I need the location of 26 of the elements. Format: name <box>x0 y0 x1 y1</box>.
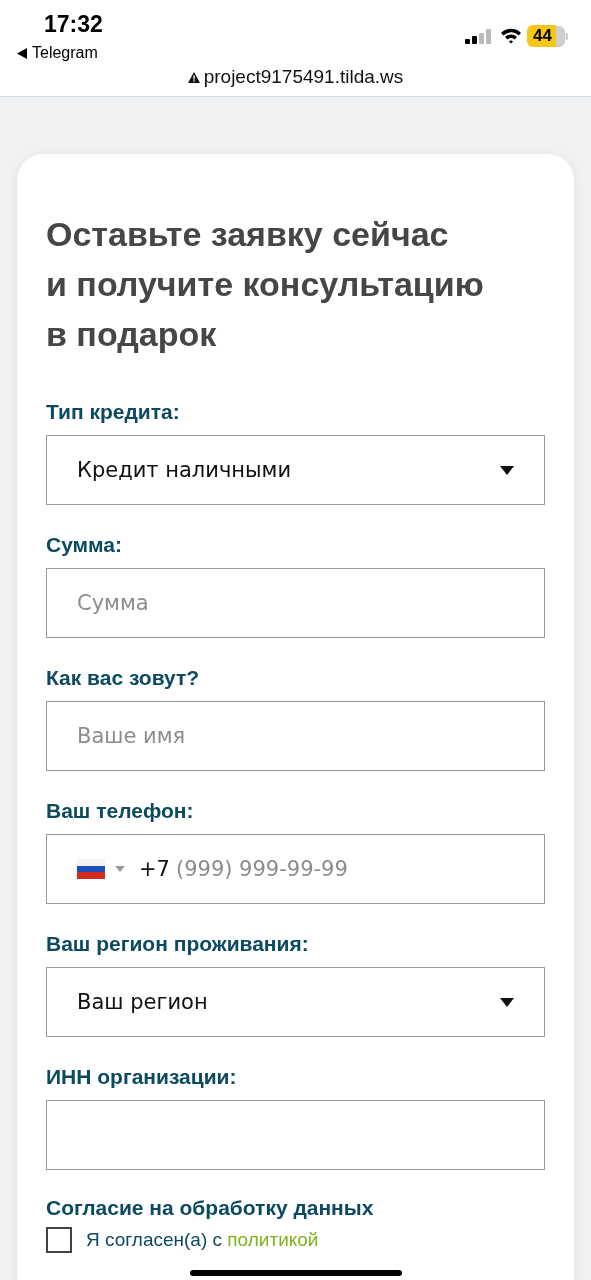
consent-text: Я согласен(а) с политикой <box>86 1229 319 1251</box>
flag-icon <box>77 859 105 879</box>
phone-field[interactable]: +7 (999) 999-99-99 <box>46 834 545 904</box>
field-label: Как вас зовут? <box>46 665 201 691</box>
field-label: Ваш регион проживания: <box>46 931 310 957</box>
field-label: ИНН организации: <box>46 1064 238 1090</box>
caret-icon <box>500 997 514 1007</box>
signal-icon <box>465 29 493 44</box>
field-label: Сумма: <box>46 532 124 558</box>
dropdown-field[interactable]: Ваш регион <box>46 967 545 1037</box>
battery-icon <box>555 25 568 47</box>
consent-heading: Согласие на обработку данных <box>46 1195 375 1221</box>
form-title: Оставьте заявку сейчас и получите консультацию в подарок <box>46 214 485 355</box>
battery-level: 44 <box>527 25 556 47</box>
back-link[interactable]: Telegram <box>17 44 98 62</box>
wifi-icon <box>500 27 522 44</box>
consent-checkbox[interactable] <box>46 1227 72 1253</box>
dropdown-field[interactable]: Кредит наличными <box>46 435 545 505</box>
address-url[interactable]: project9175491.tilda.ws <box>203 66 404 88</box>
back-arrow-icon <box>17 47 27 59</box>
caret-icon[interactable] <box>115 866 125 872</box>
status-time: 17:32 <box>44 11 103 38</box>
caret-icon <box>500 465 514 475</box>
field-label: Ваш телефон: <box>46 798 195 824</box>
warning-icon <box>187 71 200 83</box>
field-label: Тип кредита: <box>46 399 181 425</box>
